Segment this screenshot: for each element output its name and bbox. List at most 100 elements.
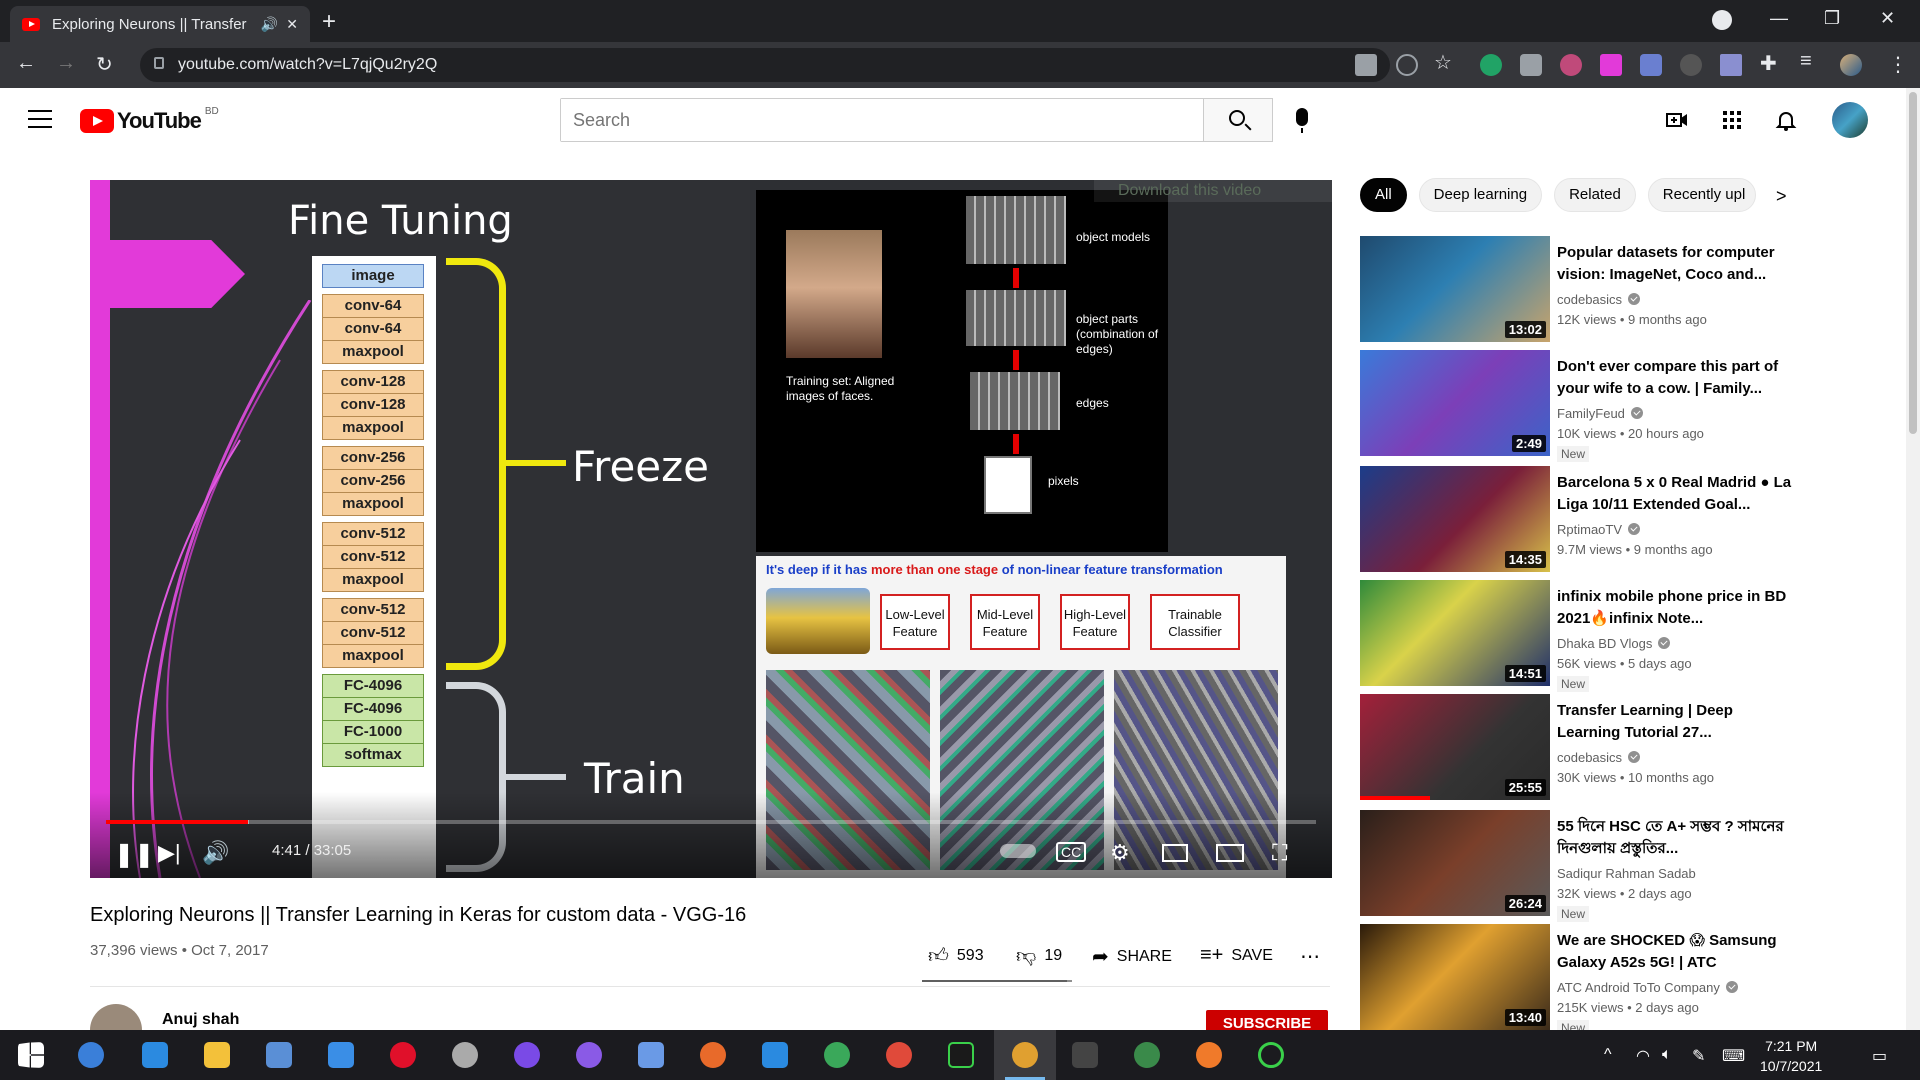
minimize-icon[interactable]: — (1770, 8, 1788, 29)
tab-search-icon[interactable] (1712, 10, 1732, 30)
chrome-icon[interactable] (886, 1042, 912, 1068)
video-player[interactable]: Fine Tuning image conv-64 conv-64 maxpoo… (90, 180, 1332, 878)
recommendation-title[interactable]: Transfer Learning | Deep Learning Tutori… (1557, 700, 1797, 744)
restore-icon[interactable]: ❐ (1824, 8, 1840, 29)
search-button[interactable] (1203, 98, 1273, 142)
search-box[interactable] (560, 98, 1208, 142)
opera-icon[interactable] (390, 1042, 416, 1068)
camera-extension-icon[interactable] (1520, 54, 1542, 76)
terminal-icon[interactable] (1072, 1042, 1098, 1068)
extension-icon[interactable] (1680, 54, 1702, 76)
video-thumbnail[interactable]: 14:35 (1360, 466, 1550, 572)
fullscreen-icon[interactable]: ⛶ (1272, 840, 1287, 866)
chip-deep-learning[interactable]: Deep learning (1418, 178, 1543, 212)
qbittorrent-icon[interactable] (78, 1042, 104, 1068)
wifi-icon[interactable]: ◠ (1636, 1046, 1650, 1066)
address-bar[interactable]: youtube.com/watch?v=L7qjQu2ry2Q (140, 48, 1390, 82)
zoom-icon[interactable] (1396, 54, 1418, 76)
browser-tab[interactable]: Exploring Neurons || Transfer 🔊 ✕ (10, 6, 310, 42)
youtube-logo[interactable]: YouTube BD (80, 106, 219, 134)
video-thumbnail[interactable]: 13:40 (1360, 924, 1550, 1030)
recommendation-title[interactable]: Barcelona 5 x 0 Real Madrid ● La Liga 10… (1557, 472, 1797, 516)
recommendation-item[interactable]: 2:49 Don't ever compare this part of your… (1360, 350, 1900, 462)
chip-related[interactable]: Related (1554, 178, 1636, 212)
recommendation-title[interactable]: Don't ever compare this part of your wif… (1557, 356, 1797, 400)
windows-start-icon[interactable] (18, 1042, 44, 1068)
puzzle-extensions-icon[interactable]: ✚ (1760, 51, 1777, 76)
volume-icon[interactable]: 🔊 (202, 840, 229, 866)
recommendation-title[interactable]: infinix mobile phone price in BD 2021🔥in… (1557, 586, 1797, 630)
download-video-overlay[interactable]: Download this video (1094, 180, 1332, 202)
scrollbar-thumb[interactable] (1909, 92, 1917, 434)
subscribe-button[interactable]: SUBSCRIBE (1206, 1010, 1328, 1030)
bookmark-star-icon[interactable]: ☆ (1434, 50, 1452, 75)
mail-icon[interactable] (328, 1042, 354, 1068)
settings-gear-icon[interactable]: ⚙ (1110, 840, 1130, 866)
extension-icon[interactable] (1560, 54, 1582, 76)
recommendation-channel[interactable]: codebasics (1557, 292, 1641, 307)
notification-center-icon[interactable]: ▭ (1872, 1046, 1887, 1066)
pause-icon[interactable]: ❚❚ (114, 840, 154, 869)
menu-hamburger-icon[interactable] (28, 110, 52, 134)
search-input[interactable] (561, 99, 1207, 141)
install-icon[interactable] (1355, 54, 1377, 76)
video-thumbnail[interactable]: 26:24 (1360, 810, 1550, 916)
chip-all[interactable]: All (1360, 178, 1407, 212)
app-icon[interactable] (1196, 1042, 1222, 1068)
next-icon[interactable]: ▶| (158, 840, 181, 866)
pen-tray-icon[interactable]: ✎ (1692, 1046, 1705, 1066)
miniplayer-icon[interactable] (1162, 844, 1188, 862)
clock[interactable]: 7:21 PM 10/7/2021 (1760, 1036, 1822, 1076)
create-video-icon[interactable] (1665, 108, 1689, 132)
tray-chevron-icon[interactable]: ^ (1604, 1046, 1612, 1064)
file-explorer-icon[interactable] (204, 1042, 230, 1068)
recommendation-item[interactable]: 13:02 Popular datasets for computer visio… (1360, 236, 1900, 346)
more-actions-icon[interactable]: ⋯ (1300, 944, 1320, 969)
forward-icon[interactable]: → (56, 52, 76, 75)
grammarly-extension-icon[interactable] (1480, 54, 1502, 76)
download-extension-icon[interactable] (1640, 54, 1662, 76)
video-thumbnail[interactable]: 2:49 (1360, 350, 1550, 456)
app-icon[interactable] (824, 1042, 850, 1068)
recommendation-title[interactable]: 55 দিনে HSC তে A+ সম্ভব ? সামনের দিনগুলা… (1557, 816, 1797, 860)
recommendation-item[interactable]: 25:55 Transfer Learning | Deep Learning T… (1360, 694, 1900, 804)
tab-audio-icon[interactable]: 🔊 (261, 16, 278, 33)
apps-grid-icon[interactable] (1720, 108, 1744, 132)
store-icon[interactable] (266, 1042, 292, 1068)
voice-search-icon[interactable] (1296, 108, 1308, 133)
chip-recently-uploaded[interactable]: Recently upl (1647, 178, 1756, 212)
video-thumbnail[interactable]: 14:51 (1360, 580, 1550, 686)
recommendation-channel[interactable]: RptimaoTV (1557, 522, 1641, 537)
recommendation-title[interactable]: We are SHOCKED 😱 Samsung Galaxy A52s 5G!… (1557, 930, 1797, 974)
autoplay-toggle[interactable] (1000, 844, 1036, 858)
recommendation-item[interactable]: 14:51 infinix mobile phone price in BD 20… (1360, 580, 1900, 692)
extension-icon[interactable] (1600, 54, 1622, 76)
app-icon[interactable] (452, 1042, 478, 1068)
recommendation-title[interactable]: Popular datasets for computer vision: Im… (1557, 242, 1797, 286)
video-thumbnail[interactable]: 25:55 (1360, 694, 1550, 800)
new-tab-icon[interactable]: + (322, 8, 336, 36)
save-button[interactable]: ≡+ SAVE (1200, 944, 1273, 967)
reload-icon[interactable]: ↻ (96, 52, 113, 77)
chevron-right-icon[interactable]: > (1776, 186, 1787, 207)
share-button[interactable]: ➦ SHARE (1092, 944, 1172, 969)
pen-extension-icon[interactable] (1720, 54, 1742, 76)
dislike-button[interactable]: 👎︎ 19 (1016, 944, 1062, 968)
video-thumbnail[interactable]: 13:02 (1360, 236, 1550, 342)
close-window-icon[interactable]: ✕ (1880, 8, 1895, 29)
progress-bar[interactable] (106, 820, 1316, 824)
edge-icon[interactable] (142, 1042, 168, 1068)
browser-menu-icon[interactable]: ⋮ (1888, 52, 1908, 77)
notifications-bell-icon[interactable] (1774, 108, 1798, 132)
recommendation-channel[interactable]: codebasics (1557, 750, 1641, 765)
app-icon[interactable] (1258, 1042, 1284, 1068)
account-avatar[interactable] (1832, 102, 1868, 138)
theater-mode-icon[interactable] (1216, 844, 1244, 862)
github-icon[interactable] (576, 1042, 602, 1068)
chrome-active-icon[interactable] (1012, 1042, 1038, 1068)
recommendation-channel[interactable]: FamilyFeud (1557, 406, 1643, 421)
pycharm-icon[interactable] (948, 1042, 974, 1068)
recommendation-item[interactable]: 26:24 55 দিনে HSC তে A+ সম্ভব ? সামনের দি… (1360, 810, 1900, 922)
firefox-icon[interactable] (700, 1042, 726, 1068)
volume-tray-icon[interactable]: 🔈︎ (1662, 1046, 1672, 1064)
